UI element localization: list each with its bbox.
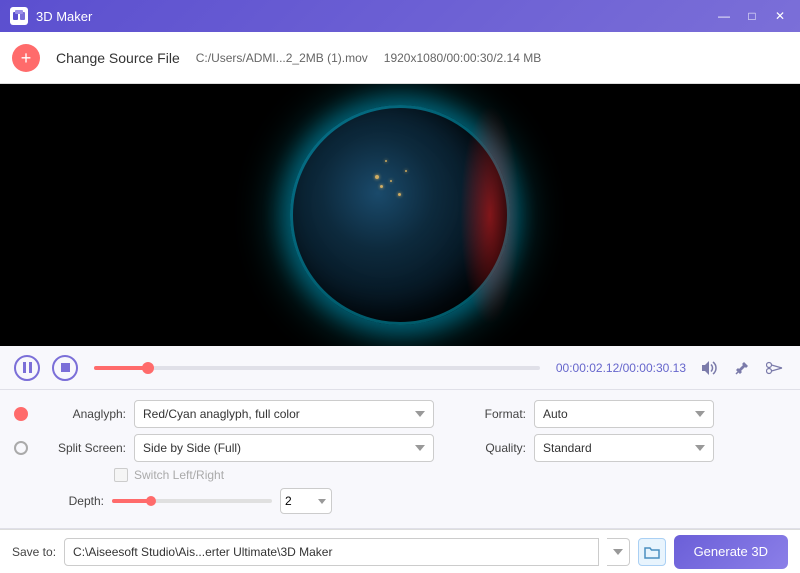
splitscreen-row: Split Screen: Side by Side (Full) Side b… [14, 434, 786, 462]
anaglyph-label: Anaglyph: [36, 407, 126, 421]
save-path-input[interactable] [64, 538, 599, 566]
title-bar-left: 3D Maker [10, 7, 92, 25]
progress-thumb[interactable] [142, 362, 154, 374]
pause-button[interactable] [14, 355, 40, 381]
format-select[interactable]: Auto MP4 AVI MOV [534, 400, 714, 428]
splitscreen-select[interactable]: Side by Side (Full) Side by Side (Half) … [134, 434, 434, 462]
depth-thumb[interactable] [146, 496, 156, 506]
quality-col: Quality: Standard High Ultra [466, 434, 786, 462]
toolbar: + Change Source File C:/Users/ADMI...2_2… [0, 32, 800, 84]
depth-label: Depth: [14, 494, 104, 508]
pin-button[interactable] [732, 358, 752, 378]
file-path: C:/Users/ADMI...2_2MB (1).mov [196, 51, 368, 65]
anaglyph-radio[interactable] [14, 407, 28, 421]
add-source-button[interactable]: + [12, 44, 40, 72]
anaglyph-select[interactable]: Red/Cyan anaglyph, full color Red/Cyan a… [134, 400, 434, 428]
format-col: Format: Auto MP4 AVI MOV [466, 400, 786, 428]
file-info: 1920x1080/00:00:30/2.14 MB [384, 51, 541, 65]
quality-label: Quality: [466, 441, 526, 455]
app-icon [10, 7, 28, 25]
app-title: 3D Maker [36, 9, 92, 24]
stop-button[interactable] [52, 355, 78, 381]
switch-checkbox[interactable] [114, 468, 128, 482]
window-controls: — □ ✕ [714, 6, 790, 26]
anaglyph-col: Anaglyph: Red/Cyan anaglyph, full color … [14, 400, 458, 428]
splitscreen-label: Split Screen: [36, 441, 126, 455]
generate-3d-button[interactable]: Generate 3D [674, 535, 788, 569]
anaglyph-row: Anaglyph: Red/Cyan anaglyph, full color … [14, 400, 786, 428]
change-source-label: Change Source File [56, 50, 180, 66]
depth-row: Depth: 2 1 3 4 5 [14, 488, 786, 514]
volume-button[interactable] [698, 358, 720, 378]
title-bar: 3D Maker — □ ✕ [0, 0, 800, 32]
minimize-button[interactable]: — [714, 6, 734, 26]
settings-panel: Anaglyph: Red/Cyan anaglyph, full color … [0, 390, 800, 529]
time-display: 00:00:02.12/00:00:30.13 [556, 361, 686, 375]
format-label: Format: [466, 407, 526, 421]
switch-label: Switch Left/Right [134, 468, 224, 482]
depth-select[interactable]: 2 1 3 4 5 [280, 488, 332, 514]
close-button[interactable]: ✕ [770, 6, 790, 26]
browse-folder-button[interactable] [638, 538, 666, 566]
earth-preview [290, 105, 510, 325]
bottom-bar: Save to: Generate 3D [0, 529, 800, 573]
video-preview [0, 84, 800, 346]
save-path-dropdown[interactable] [607, 538, 630, 566]
controls-bar: 00:00:02.12/00:00:30.13 [0, 346, 800, 390]
maximize-button[interactable]: □ [742, 6, 762, 26]
save-to-label: Save to: [12, 545, 56, 559]
earth-red-glow [460, 105, 520, 325]
quality-select[interactable]: Standard High Ultra [534, 434, 714, 462]
progress-fill [94, 366, 148, 370]
switch-row: Switch Left/Right [14, 468, 786, 482]
progress-track[interactable] [94, 366, 540, 370]
depth-track[interactable] [112, 499, 272, 503]
splitscreen-radio[interactable] [14, 441, 28, 455]
splitscreen-col: Split Screen: Side by Side (Full) Side b… [14, 434, 458, 462]
scissors-button[interactable] [764, 358, 786, 378]
